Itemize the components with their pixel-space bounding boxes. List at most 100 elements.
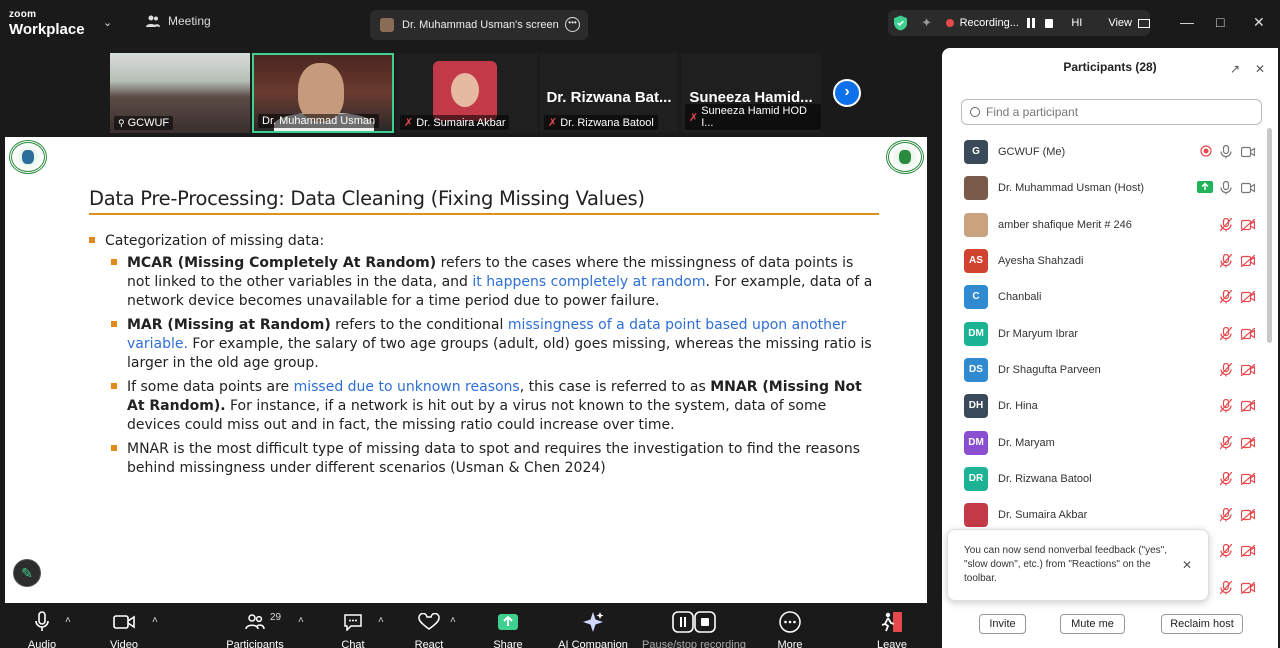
participant-row[interactable]: C Chanbali — [942, 279, 1268, 315]
mic-muted-icon[interactable] — [1219, 507, 1233, 522]
chevron-up-icon[interactable]: ˄ — [152, 615, 158, 626]
mic-muted-icon[interactable] — [1219, 398, 1233, 413]
camera-off-icon[interactable] — [1240, 581, 1256, 595]
leave-button[interactable]: Leave — [872, 609, 912, 648]
pause-recording-icon[interactable] — [1026, 18, 1035, 28]
participant-row[interactable]: amber shafique Merit # 246 — [942, 207, 1268, 243]
more-icon[interactable]: ••• — [565, 17, 580, 32]
stop-recording-icon[interactable] — [1044, 18, 1054, 28]
zoom-logo[interactable]: zoom Workplace — [9, 10, 85, 38]
mic-muted-icon[interactable] — [1219, 543, 1233, 558]
sparkle-icon — [583, 612, 604, 632]
camera-off-icon[interactable] — [1240, 472, 1256, 486]
participant-row[interactable]: Dr. Muhammad Usman (Host) — [942, 170, 1268, 206]
view-button[interactable]: View — [1108, 17, 1150, 29]
pause-stop-recording-button[interactable]: Pause/stop recording — [641, 609, 747, 648]
camera-off-icon[interactable] — [1240, 327, 1256, 341]
ai-companion-button[interactable]: AI Companion — [556, 609, 630, 648]
mic-muted-icon[interactable] — [1219, 326, 1233, 341]
camera-icon[interactable] — [1240, 146, 1256, 158]
tab-meeting[interactable]: Meeting — [146, 14, 211, 28]
minimize-icon[interactable]: — — [1180, 14, 1194, 30]
highlight-text: it happens completely at random — [472, 274, 706, 290]
mic-muted-icon[interactable] — [1219, 253, 1233, 268]
bullet-text: For instance, if a network is hit out by… — [127, 398, 827, 433]
share-button[interactable]: Share — [490, 609, 526, 648]
video-tile[interactable]: Suneeza Hamid... ✗ Suneeza Hamid HOD I... — [681, 53, 821, 133]
mic-muted-icon[interactable] — [1219, 471, 1233, 486]
camera-off-icon[interactable] — [1240, 399, 1256, 413]
camera-off-icon[interactable] — [1240, 436, 1256, 449]
annotate-pen-icon[interactable]: ✎ — [13, 559, 41, 587]
participant-row[interactable]: DH Dr. Hina — [942, 388, 1268, 424]
mic-muted-icon[interactable] — [1219, 580, 1233, 595]
mic-muted-icon[interactable] — [1219, 435, 1233, 450]
chevron-up-icon[interactable]: ˄ — [378, 615, 384, 626]
recording-icon — [1200, 145, 1212, 160]
next-page-button[interactable]: › — [833, 79, 861, 107]
term-mcar: MCAR (Missing Completely At Random) — [127, 255, 437, 271]
microphone-icon[interactable] — [1220, 145, 1232, 159]
pop-out-icon[interactable]: ↗ — [1230, 62, 1240, 76]
mic-muted-icon[interactable] — [1219, 217, 1233, 232]
camera-off-icon[interactable] — [1240, 290, 1256, 304]
invite-button[interactable]: Invite — [979, 614, 1026, 634]
camera-off-icon[interactable] — [1240, 218, 1256, 232]
search-input[interactable]: Find a participant — [961, 99, 1262, 125]
university-logo — [9, 140, 47, 174]
audio-button[interactable]: Audio — [22, 609, 62, 648]
participant-row[interactable]: G GCWUF (Me) — [942, 134, 1268, 170]
video-tile[interactable]: Dr. Rizwana Bat... ✗ Dr. Rizwana Batool — [540, 53, 678, 133]
participant-row[interactable]: DS Dr Shagufta Parveen — [942, 352, 1268, 388]
camera-off-icon[interactable] — [1240, 544, 1256, 558]
more-button[interactable]: More — [770, 609, 810, 648]
video-tile-label: ✗ Dr. Rizwana Batool — [544, 115, 658, 130]
mic-muted-icon[interactable] — [1219, 289, 1233, 304]
video-button[interactable]: Video — [104, 609, 144, 648]
chevron-down-icon[interactable]: ⌄ — [103, 16, 112, 29]
maximize-icon[interactable]: □ — [1216, 14, 1224, 30]
chevron-up-icon[interactable]: ˄ — [450, 615, 456, 626]
language-label[interactable]: HI — [1071, 17, 1082, 29]
tab-shared-screen[interactable]: Dr. Muhammad Usman's screen ••• — [370, 10, 588, 40]
video-tile[interactable]: ⚲ GCWUF — [110, 53, 250, 133]
mic-muted-icon: ✗ — [689, 111, 699, 124]
participant-row[interactable]: DM Dr. Maryam — [942, 424, 1268, 460]
shield-icon[interactable] — [894, 15, 908, 31]
pause-stop-icon — [672, 611, 716, 633]
participant-row[interactable]: Dr. Sumaira Akbar — [942, 497, 1268, 533]
chevron-up-icon[interactable]: ˄ — [65, 615, 71, 626]
participant-name: Dr Shagufta Parveen — [998, 363, 1101, 376]
chevron-right-icon: › — [844, 83, 850, 100]
close-icon[interactable]: ✕ — [1255, 62, 1265, 76]
reclaim-host-button[interactable]: Reclaim host — [1161, 614, 1243, 634]
close-icon[interactable]: ✕ — [1182, 558, 1192, 572]
react-button[interactable]: React — [411, 609, 447, 648]
people-icon — [146, 15, 160, 27]
video-label: Video — [110, 639, 138, 648]
record-dot-icon — [946, 19, 954, 27]
camera-off-icon[interactable] — [1240, 363, 1256, 377]
video-tile-active-speaker[interactable]: Dr. Muhammad Usman — [252, 53, 394, 133]
chat-button[interactable]: Chat — [337, 609, 369, 648]
close-icon[interactable]: ✕ — [1253, 14, 1265, 31]
participant-name: Dr. Rizwana Batool — [560, 116, 654, 129]
ai-sparkle-icon[interactable]: ✦ — [921, 15, 932, 31]
camera-off-icon[interactable] — [1240, 254, 1256, 268]
participant-row[interactable]: AS Ayesha Shahzadi — [942, 243, 1268, 279]
chevron-up-icon[interactable]: ˄ — [298, 615, 304, 626]
brand-large: Workplace — [9, 21, 85, 38]
mute-me-button[interactable]: Mute me — [1060, 614, 1125, 634]
recording-label: Recording... — [959, 17, 1019, 29]
video-tile[interactable]: ✗ Dr. Sumaira Akbar — [396, 53, 538, 133]
camera-icon[interactable] — [1240, 182, 1256, 194]
microphone-icon[interactable] — [1220, 181, 1232, 195]
participant-row[interactable]: DM Dr Maryum Ibrar — [942, 315, 1268, 351]
people-icon — [245, 614, 265, 630]
scrollbar-thumb[interactable] — [1267, 128, 1272, 343]
camera-off-icon[interactable] — [1240, 508, 1256, 522]
video-tile-label: ✗ Dr. Sumaira Akbar — [400, 115, 510, 130]
mic-muted-icon[interactable] — [1219, 362, 1233, 377]
scrollbar[interactable] — [1267, 128, 1273, 628]
participant-row[interactable]: DR Dr. Rizwana Batool — [942, 461, 1268, 497]
